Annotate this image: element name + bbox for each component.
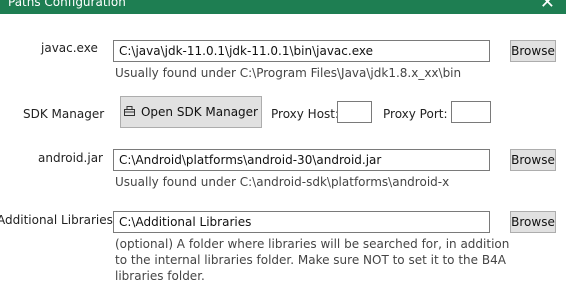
javac-path-input[interactable]: C:\java\jdk-11.0.1\jdk-11.0.1\bin\javac.… xyxy=(113,40,490,62)
android-jar-hint: Usually found under C:\android-sdk\platf… xyxy=(115,175,450,189)
android-jar-label: android.jar xyxy=(38,151,103,165)
title-bar: Paths Configuration ✕ xyxy=(0,0,566,14)
additional-libraries-browse-button[interactable]: Browse xyxy=(510,211,556,233)
open-sdk-manager-label: Open SDK Manager xyxy=(140,105,258,119)
window-title: Paths Configuration xyxy=(8,0,126,9)
proxy-host-label: Proxy Host: xyxy=(271,107,340,121)
sdk-manager-icon xyxy=(123,105,135,119)
additional-libraries-path-input[interactable]: C:\Additional Libraries xyxy=(113,211,490,233)
proxy-port-label: Proxy Port: xyxy=(383,107,448,121)
android-jar-path-input[interactable]: C:\Android\platforms\android-30\android.… xyxy=(113,149,490,171)
android-jar-browse-button[interactable]: Browse xyxy=(510,149,556,171)
close-icon[interactable]: ✕ xyxy=(540,0,555,13)
proxy-port-input[interactable] xyxy=(451,101,491,123)
javac-hint: Usually found under C:\Program Files\Jav… xyxy=(115,66,462,80)
open-sdk-manager-button[interactable]: Open SDK Manager xyxy=(120,96,262,128)
additional-libraries-hint: (optional) A folder where libraries will… xyxy=(115,237,510,283)
javac-label: javac.exe xyxy=(41,41,98,55)
proxy-host-input[interactable] xyxy=(337,101,372,123)
additional-libraries-label: Additional Libraries xyxy=(0,213,113,227)
javac-browse-button[interactable]: Browse xyxy=(510,40,556,62)
sdk-manager-label: SDK Manager xyxy=(23,107,105,121)
